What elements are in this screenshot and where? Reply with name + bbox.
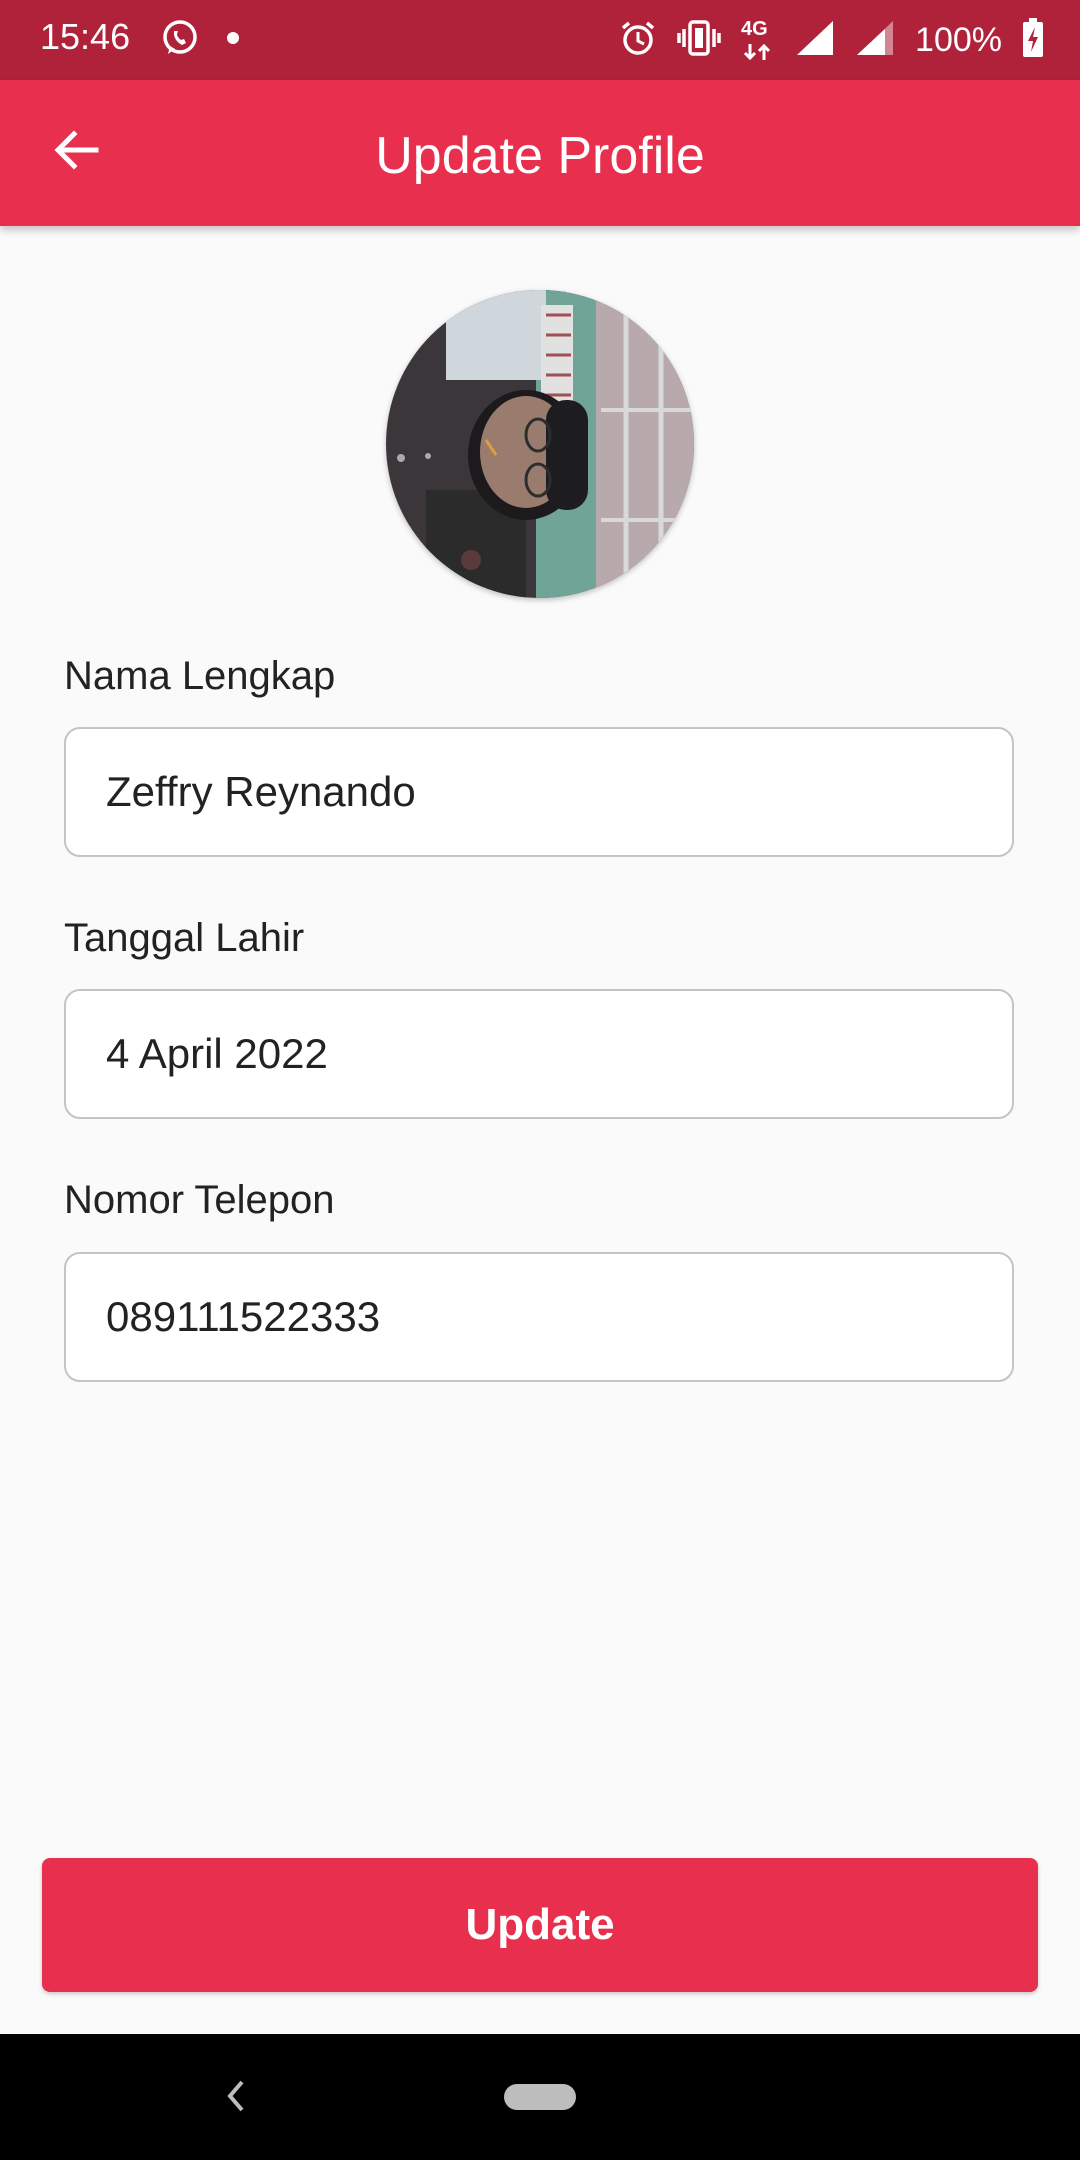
signal-icon (795, 19, 835, 62)
vibrate-icon (677, 19, 721, 62)
whatsapp-icon (160, 18, 200, 63)
chevron-left-icon (227, 2080, 244, 2112)
system-nav-bar (0, 2034, 1080, 2160)
field-label-birth-date: Tanggal Lahir (64, 916, 305, 960)
app-bar: Update Profile (0, 80, 1080, 226)
phone-number-input[interactable]: 089111522333 (64, 1252, 1014, 1382)
field-label-full-name: Nama Lengkap (64, 654, 336, 698)
nav-back-button[interactable] (222, 2076, 250, 2116)
full-name-input[interactable]: Zeffry Reynando (64, 727, 1014, 857)
birth-date-input[interactable]: 4 April 2022 (64, 989, 1014, 1119)
network-4g-icon: 4G (741, 18, 775, 62)
network-type-label: 4G (741, 18, 768, 40)
alarm-icon (619, 19, 657, 62)
page-title: Update Profile (375, 127, 705, 185)
dot-icon (226, 31, 240, 50)
field-label-phone-number: Nomor Telepon (64, 1178, 335, 1222)
avatar-photo (386, 290, 694, 598)
signal-icon (855, 19, 895, 62)
battery-percent: 100% (915, 20, 1002, 59)
status-bar: 15:46 4G 100% (0, 0, 1080, 80)
nav-home-pill[interactable] (504, 2084, 576, 2110)
update-button[interactable]: Update (42, 1858, 1038, 1992)
avatar[interactable] (386, 290, 694, 598)
battery-charging-icon (1022, 17, 1044, 63)
status-time: 15:46 (40, 16, 131, 57)
